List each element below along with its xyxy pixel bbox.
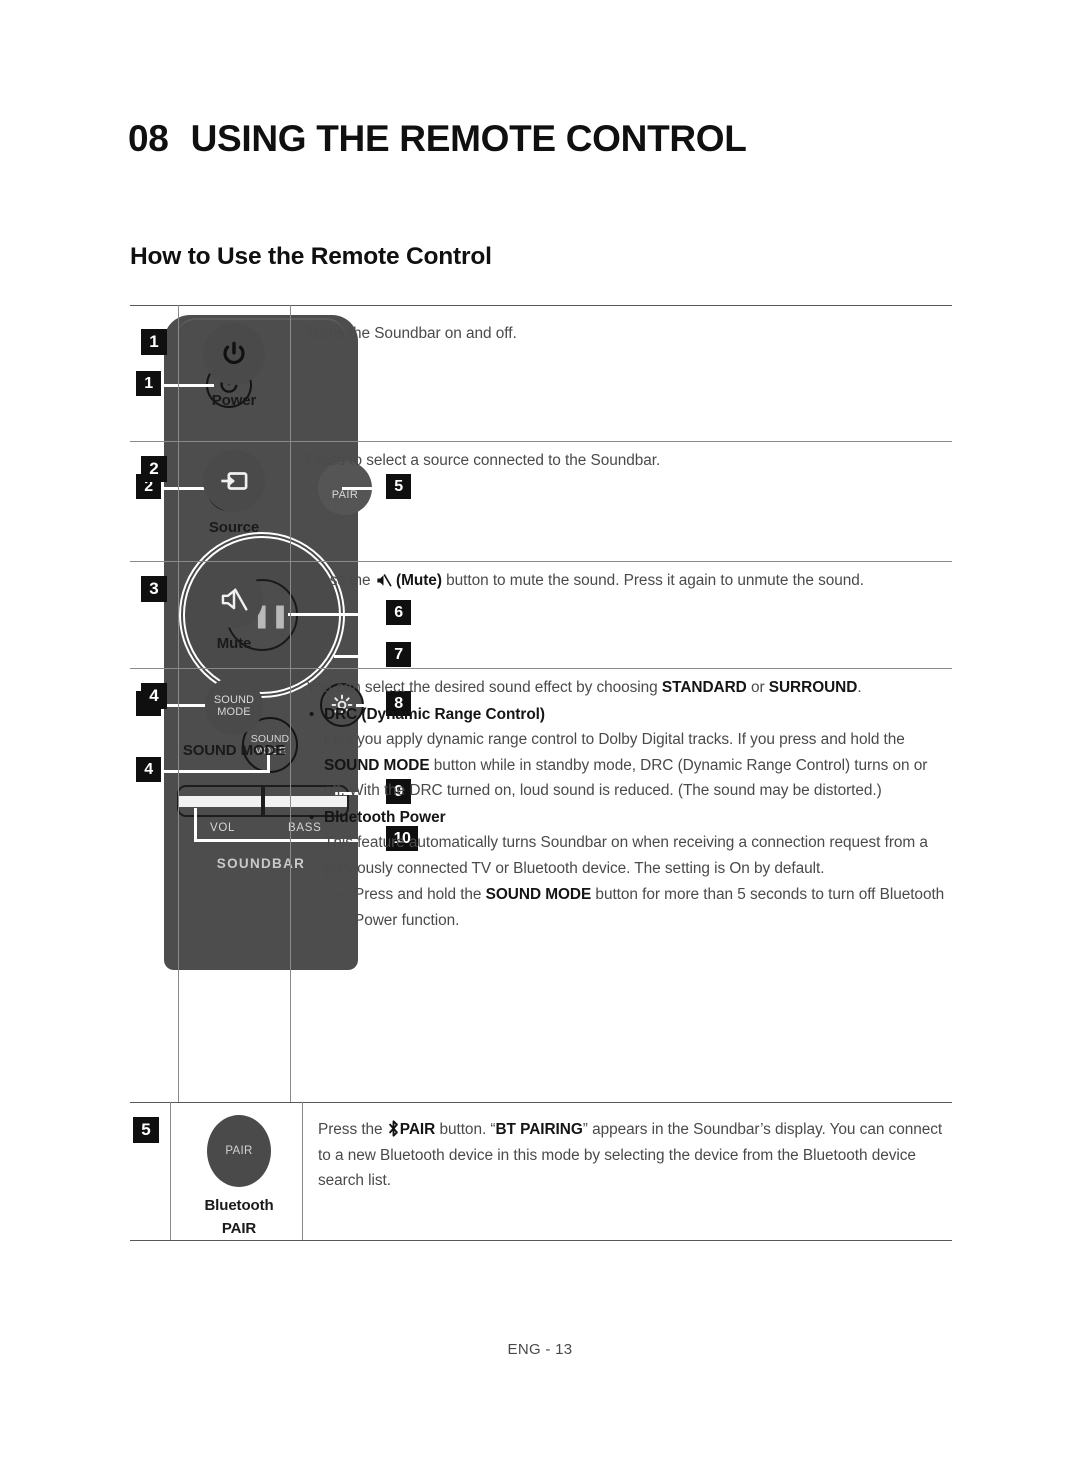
bullet-bt-sub-bold: SOUND MODE <box>485 886 592 903</box>
bluetooth-icon <box>388 1120 398 1137</box>
callout-marker-5: 5 <box>386 474 411 499</box>
bullet-bt-text: This feature automatically turns Soundba… <box>324 834 928 877</box>
callout-marker-4: 4 <box>136 757 161 782</box>
mute-desc-bold: (Mute) <box>396 572 442 589</box>
sound-mode-btn-line1: SOUND <box>213 693 255 706</box>
sound-mode-button-label: SOUND MODE <box>214 694 254 719</box>
table-rule-1 <box>130 441 952 443</box>
row-button-cell-2: Source <box>179 450 289 536</box>
mute-icon <box>221 587 248 611</box>
row-number-4: 4 <box>141 683 167 709</box>
sound-mode-intro-a: You can select the desired sound effect … <box>306 679 662 696</box>
row-number-2: 2 <box>141 456 167 482</box>
row-caption-1: Power <box>211 392 257 409</box>
leader-line-6 <box>288 613 394 616</box>
row-caption-2: Source <box>208 519 260 536</box>
pair-desc-b: button. “ <box>435 1121 496 1138</box>
pair-button-label: PAIR <box>331 489 359 501</box>
mute-desc-part2: button to mute the sound. Press it again… <box>441 572 865 589</box>
table-rule-top <box>130 305 952 307</box>
row-description-3: Press the (Mute) button to mute the soun… <box>306 568 926 594</box>
table-vline-btn <box>290 305 292 1102</box>
bluetooth-pair-button-graphic[interactable]: PAIR <box>207 1115 271 1187</box>
row-caption-5-line1: Bluetooth <box>204 1197 274 1214</box>
bullet-bt-sub-a: Press and hold the <box>354 886 486 903</box>
row-caption-5-line2: PAIR <box>221 1220 257 1237</box>
sound-mode-bullets: DRC (Dynamic Range Control) Lets you app… <box>306 702 946 934</box>
row-description-1: Turns the Soundbar on and off. <box>306 325 517 342</box>
sound-mode-intro: You can select the desired sound effect … <box>306 675 946 701</box>
source-icon <box>221 472 248 490</box>
power-button-graphic[interactable] <box>203 323 265 385</box>
row-caption-5: Bluetooth PAIR <box>181 1194 297 1240</box>
sound-mode-btn-line2: MODE <box>217 706 251 718</box>
mute-button-graphic[interactable] <box>205 570 263 628</box>
standard-mode-name: STANDARD <box>661 679 747 696</box>
section-title: How to Use the Remote Control <box>130 243 492 270</box>
pair-button-label: PAIR <box>225 1145 253 1157</box>
row-caption-3: Mute <box>216 635 252 652</box>
sound-mode-button-graphic[interactable]: SOUND MODE <box>205 677 263 735</box>
mute-icon <box>377 574 392 587</box>
rocker-divider <box>261 785 265 817</box>
mute-desc-part1: Press the <box>306 572 375 589</box>
row-number-1: 1 <box>141 329 167 355</box>
vol-label: VOL <box>210 822 236 834</box>
callout-marker-7: 7 <box>386 642 411 667</box>
row-number-3: 3 <box>141 576 167 602</box>
chapter-number: 08 <box>128 118 169 159</box>
surround-mode-name: SURROUND <box>768 679 858 696</box>
row-button-cell-5: PAIR Bluetooth PAIR <box>181 1115 297 1240</box>
row-button-cell-3: Mute <box>179 570 289 652</box>
table-vline-btn-row5 <box>302 1102 304 1240</box>
sound-mode-intro-or: or <box>746 679 769 696</box>
bullet-bluetooth-power: Bluetooth Power This feature automatical… <box>306 805 946 934</box>
sound-mode-intro-end: . <box>857 679 862 696</box>
bullet-drc-heading: DRC (Dynamic Range Control) <box>324 705 545 723</box>
table-rule-2 <box>130 561 952 563</box>
bullet-drc-bold: SOUND MODE <box>324 756 430 774</box>
bt-pairing-bold: BT PAIRING <box>495 1121 583 1138</box>
table-rule-4 <box>130 1102 952 1104</box>
table-vline-num-row5 <box>170 1102 172 1240</box>
table-rule-bottom <box>130 1240 952 1242</box>
row-number-5: 5 <box>133 1117 159 1143</box>
page-footer: ENG - 13 <box>507 1341 573 1358</box>
leader-line-7 <box>334 655 394 658</box>
bullet-bt-heading: Bluetooth Power <box>324 808 446 826</box>
pair-desc-a: Press the <box>318 1121 387 1138</box>
row-button-cell-1: Power <box>179 323 289 409</box>
callout-marker-1: 1 <box>136 371 161 396</box>
row-description-2: Press to select a source connected to th… <box>306 452 661 469</box>
row-description-4: You can select the desired sound effect … <box>306 675 946 933</box>
row-caption-4: SOUND MODE <box>182 742 286 759</box>
bullet-bt-subnote: Press and hold the SOUND MODE button for… <box>324 882 946 933</box>
row-description-5: Press the PAIR button. “BT PAIRING” appe… <box>318 1117 958 1194</box>
power-icon <box>223 341 245 365</box>
row-button-cell-4: SOUND MODE SOUND MODE <box>179 677 289 759</box>
bullet-drc-text-a: Lets you apply dynamic range control to … <box>324 731 905 748</box>
table-rule-3 <box>130 668 952 670</box>
pair-desc-bold: PAIR <box>399 1121 436 1138</box>
source-button-graphic[interactable] <box>203 450 265 512</box>
chapter-title: USING THE REMOTE CONTROL <box>190 118 747 159</box>
page-title: 08 USING THE REMOTE CONTROL <box>128 118 747 160</box>
leader-line-10-riser <box>194 808 197 841</box>
callout-marker-6: 6 <box>386 600 411 625</box>
bullet-drc: DRC (Dynamic Range Control) Lets you app… <box>306 702 946 804</box>
